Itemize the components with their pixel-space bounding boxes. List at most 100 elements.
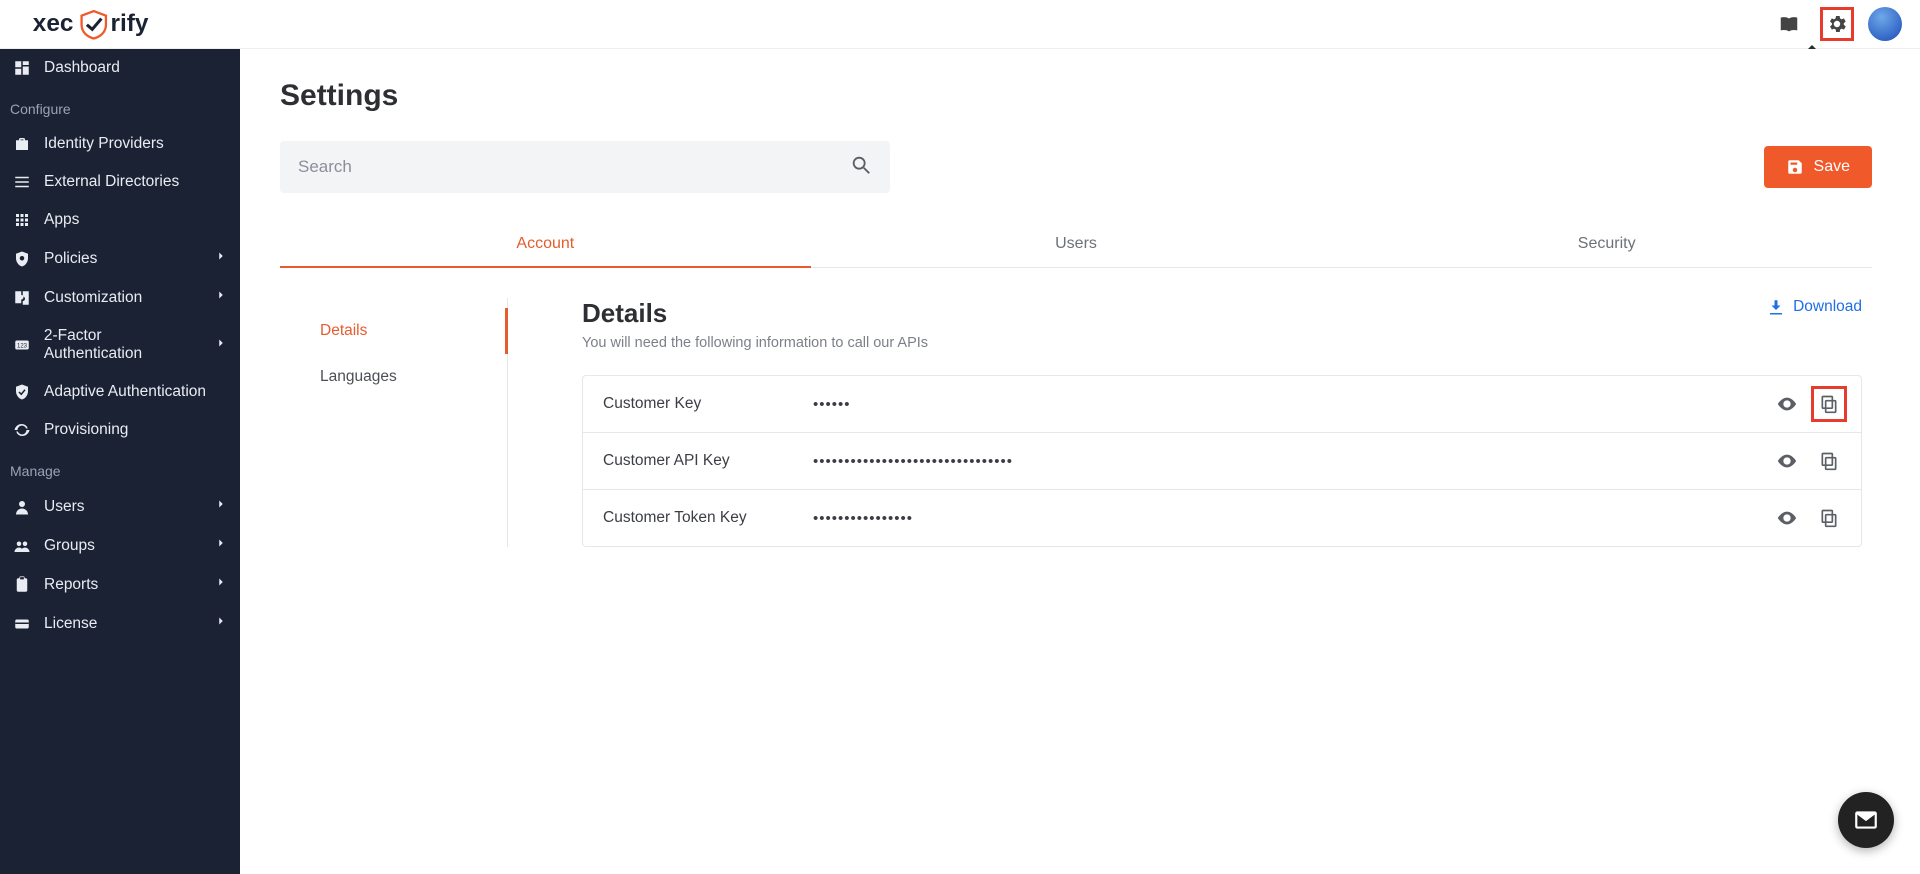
subnav-languages[interactable]: Languages (280, 354, 507, 400)
main-layout: Dashboard Configure Identity Providers E… (0, 49, 1920, 874)
download-label: Download (1793, 298, 1862, 316)
credential-label: Customer API Key (603, 452, 813, 470)
credential-row: Customer Key •••••• (583, 376, 1861, 433)
credential-value: •••••••••••••••• (813, 510, 1775, 527)
download-icon (1767, 298, 1785, 316)
sidebar-item-label: 2-Factor Authentication (44, 327, 202, 363)
chevron-right-icon (214, 536, 228, 555)
credential-value: •••••• (813, 396, 1775, 413)
user-icon (12, 498, 32, 516)
svg-text:xec: xec (33, 10, 74, 37)
sidebar-item-dashboard[interactable]: Dashboard (0, 49, 240, 87)
sidebar-item-apps[interactable]: Apps (0, 201, 240, 239)
credential-row: Customer Token Key •••••••••••••••• (583, 490, 1861, 546)
credential-actions (1775, 392, 1841, 416)
sidebar-item-label: License (44, 615, 97, 633)
details-pane: Details Download You will need the follo… (508, 298, 1872, 547)
reveal-icon[interactable] (1775, 392, 1799, 416)
sidebar-item-label: Apps (44, 211, 79, 229)
chat-fab[interactable] (1838, 792, 1894, 848)
sidebar-item-label: Users (44, 498, 84, 516)
page-title: Settings (280, 79, 1872, 113)
subnav-details[interactable]: Details (280, 308, 508, 354)
chevron-right-icon (214, 288, 228, 307)
search-box[interactable] (280, 141, 890, 193)
sidebar-item-customization[interactable]: Customization (0, 278, 240, 317)
sidebar-item-label: Identity Providers (44, 135, 164, 153)
chevron-right-icon (214, 614, 228, 633)
reveal-icon[interactable] (1775, 449, 1799, 473)
credential-label: Customer Token Key (603, 509, 813, 527)
tabs: Account Users Security (280, 221, 1872, 268)
save-button-label: Save (1814, 158, 1850, 176)
svg-text:123: 123 (17, 343, 28, 349)
sidebar-item-2fa[interactable]: 123 2-Factor Authentication (0, 317, 240, 373)
sidebar-item-groups[interactable]: Groups (0, 526, 240, 565)
topbar-right: Settings (1772, 7, 1902, 41)
topbar: xec rify Settings (0, 0, 1920, 49)
credential-actions (1775, 449, 1841, 473)
save-button[interactable]: Save (1764, 146, 1872, 188)
chevron-right-icon (214, 336, 228, 355)
search-save-row: Save (280, 141, 1872, 193)
credential-row: Customer API Key •••••••••••••••••••••••… (583, 433, 1861, 490)
sidebar-item-adaptive-auth[interactable]: Adaptive Authentication (0, 373, 240, 411)
settings-subnav: Details Languages (280, 298, 508, 547)
details-title: Details (582, 298, 667, 329)
tab-users[interactable]: Users (811, 221, 1342, 267)
search-input[interactable] (298, 157, 850, 177)
sidebar: Dashboard Configure Identity Providers E… (0, 49, 240, 874)
chevron-right-icon (214, 497, 228, 516)
brand-logo[interactable]: xec rify (24, 8, 194, 40)
sidebar-item-identity-providers[interactable]: Identity Providers (0, 125, 240, 163)
tab-account[interactable]: Account (280, 221, 811, 267)
details-header: Details Download (582, 298, 1862, 329)
sidebar-item-label: Provisioning (44, 421, 128, 439)
svg-text:rify: rify (111, 10, 149, 37)
credential-actions (1775, 506, 1841, 530)
clipboard-icon (12, 576, 32, 594)
sidebar-section-manage: Manage (0, 449, 240, 487)
dashboard-icon (12, 59, 32, 77)
copy-icon[interactable] (1817, 506, 1841, 530)
chevron-right-icon (214, 249, 228, 268)
download-link[interactable]: Download (1767, 298, 1862, 316)
sidebar-item-license[interactable]: License (0, 604, 240, 643)
chevron-right-icon (214, 575, 228, 594)
credentials-table: Customer Key •••••• Customer API Key •••… (582, 375, 1862, 547)
content-area: Settings Save Account Users Security Det… (240, 49, 1920, 874)
sidebar-item-label: External Directories (44, 173, 179, 191)
sidebar-item-label: Adaptive Authentication (44, 383, 206, 401)
save-icon (1786, 158, 1804, 176)
credential-label: Customer Key (603, 395, 813, 413)
account-area: Details Languages Details Download You w… (280, 298, 1872, 547)
list-icon (12, 173, 32, 191)
docs-icon[interactable] (1772, 7, 1806, 41)
copy-icon[interactable] (1817, 449, 1841, 473)
reveal-icon[interactable] (1775, 506, 1799, 530)
sidebar-item-provisioning[interactable]: Provisioning (0, 411, 240, 449)
sidebar-item-label: Reports (44, 576, 98, 594)
card-icon (12, 615, 32, 633)
sidebar-item-users[interactable]: Users (0, 487, 240, 526)
search-icon (850, 154, 872, 181)
tab-security[interactable]: Security (1341, 221, 1872, 267)
briefcase-icon (12, 135, 32, 153)
puzzle-icon (12, 289, 32, 307)
sidebar-item-label: Customization (44, 289, 142, 307)
sidebar-item-reports[interactable]: Reports (0, 565, 240, 604)
credential-value: •••••••••••••••••••••••••••••••• (813, 453, 1775, 470)
sidebar-item-label: Policies (44, 250, 97, 268)
avatar[interactable] (1868, 7, 1902, 41)
apps-icon (12, 211, 32, 229)
sidebar-item-policies[interactable]: Policies (0, 239, 240, 278)
sync-icon (12, 421, 32, 439)
sidebar-section-configure: Configure (0, 87, 240, 125)
copy-icon[interactable] (1817, 392, 1841, 416)
sidebar-item-label: Dashboard (44, 59, 120, 77)
mail-icon (1853, 807, 1879, 833)
sidebar-item-external-directories[interactable]: External Directories (0, 163, 240, 201)
settings-icon[interactable] (1820, 7, 1854, 41)
sidebar-item-label: Groups (44, 537, 95, 555)
details-subheading: You will need the following information … (582, 335, 1862, 351)
